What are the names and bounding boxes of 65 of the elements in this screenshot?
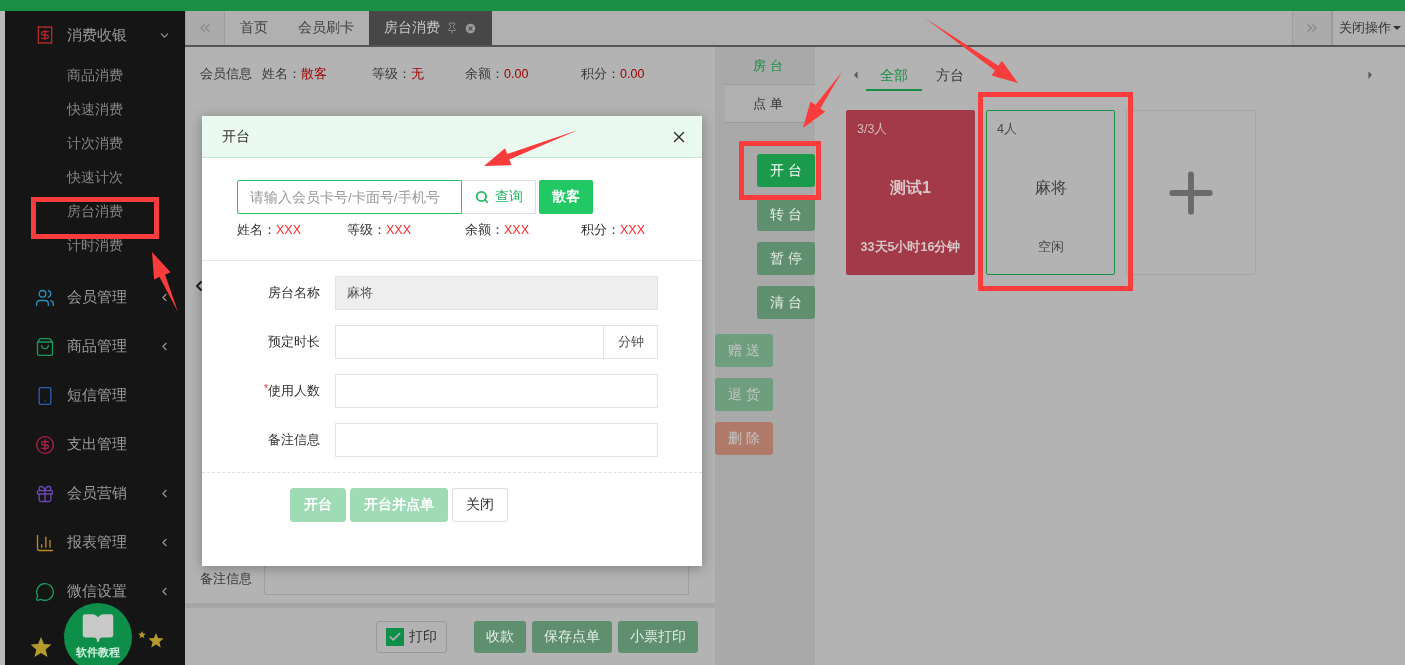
room-card[interactable]: 4人 麻将 空闲 [986, 110, 1115, 275]
table-action-button[interactable]: 开台 [757, 154, 815, 187]
member-info-field: 余额：0.00 [465, 66, 581, 83]
bag-icon [35, 336, 55, 357]
field-label: 备注信息 [267, 431, 320, 449]
field-label: 预定时长 [267, 333, 320, 351]
footer-button[interactable]: 小票打印 [618, 620, 698, 653]
member-field: 积分：XXX [581, 222, 661, 239]
field-label: *使用人数 [263, 382, 320, 400]
member-field: 姓名：XXX [237, 222, 347, 239]
gift-icon [35, 483, 55, 504]
tutorial-badge[interactable]: 软件教程 [64, 603, 132, 665]
input-field[interactable]: 麻将 [335, 276, 658, 310]
input-field[interactable] [335, 374, 658, 408]
field-label: 备注信息 [200, 570, 252, 588]
field-label: 房台名称 [267, 284, 320, 302]
room-card[interactable]: 3/3人 测试1 33天5小时16分钟 [846, 110, 975, 275]
receipt-icon [35, 25, 55, 45]
member-field: 余额：XXX [465, 222, 581, 239]
bar-chart-icon [35, 532, 55, 553]
menu-item[interactable]: 会员营销 [67, 484, 146, 503]
input-field[interactable] [335, 325, 604, 359]
member-info-field: 姓名：散客 [262, 66, 372, 83]
dialog-title: 开台 [222, 127, 251, 146]
submenu-item[interactable]: 计时消费 [67, 237, 123, 255]
pin-icon [446, 22, 458, 34]
scroll-left-button[interactable] [185, 11, 225, 45]
panel-tab[interactable]: 点单 [725, 85, 815, 123]
annotation-arrow [152, 252, 178, 312]
menu-item[interactable]: 支出管理 [67, 435, 171, 454]
menu-item[interactable]: 会员管理 [67, 288, 146, 307]
category-tab[interactable]: 方台 [922, 62, 978, 91]
menu-item[interactable]: 短信管理 [67, 386, 171, 405]
unit-label: 分钟 [604, 325, 658, 359]
tab[interactable]: 会员刷卡 [283, 11, 369, 45]
submenu-item[interactable]: 计次消费 [67, 135, 123, 153]
member-info-field: 积分：0.00 [581, 66, 671, 83]
chat-icon [35, 581, 55, 602]
input-field[interactable] [335, 423, 658, 457]
tab[interactable]: 首页 [225, 11, 283, 45]
submenu-item[interactable]: 房台消费 [67, 203, 123, 221]
search-icon [474, 190, 489, 204]
member-info-label: 会员信息 [200, 66, 253, 83]
user-icon [35, 287, 55, 308]
member-info-field: 等级：无 [372, 66, 465, 83]
menu-item[interactable]: 微信设置 [67, 582, 146, 601]
footer-button[interactable]: 保存点单 [532, 620, 612, 653]
menu-item[interactable]: 商品管理 [67, 337, 146, 356]
menu-item[interactable]: 消费收银 [67, 25, 146, 45]
tab[interactable]: 房台消费 [369, 11, 492, 45]
dialog-button[interactable]: 关闭 [452, 488, 508, 522]
query-button[interactable]: 查询 [462, 180, 536, 214]
add-room-button[interactable] [1126, 110, 1256, 275]
print-toggle[interactable]: 打印 [376, 620, 447, 653]
search-field[interactable]: 请输入会员卡号/卡面号/手机号 [237, 180, 462, 214]
menu-item[interactable]: 报表管理 [67, 533, 146, 552]
dollar-icon [35, 434, 55, 455]
submenu-item[interactable]: 快速计次 [67, 169, 123, 187]
member-field: 等级：XXX [347, 222, 465, 239]
submenu-item[interactable]: 快速消费 [67, 101, 123, 119]
annotation-arrow [803, 72, 842, 128]
scroll-right-button[interactable] [1292, 11, 1332, 45]
checkbox[interactable] [386, 627, 404, 646]
footer-button[interactable]: 收款 [474, 620, 526, 653]
submenu-item[interactable]: 商品消费 [67, 67, 123, 85]
